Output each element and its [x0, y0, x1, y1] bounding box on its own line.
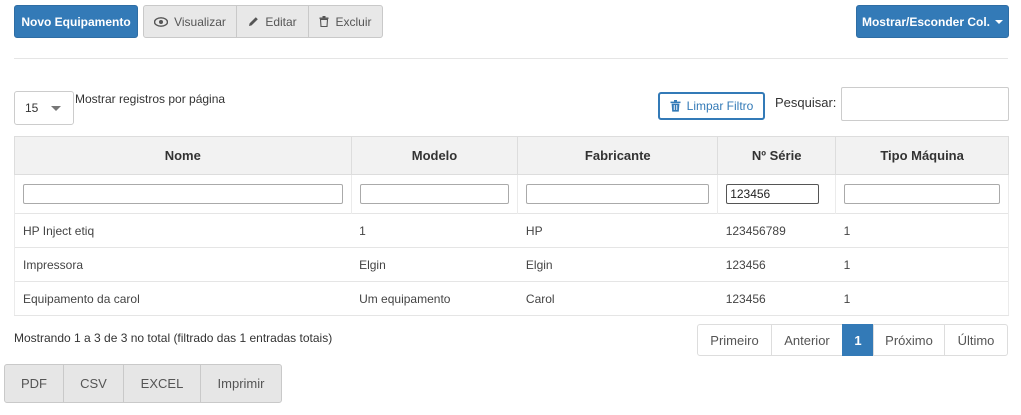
filter-cell [14, 174, 352, 214]
previous-page-label: Anterior [784, 332, 830, 348]
clear-filter-label: Limpar Filtro [686, 99, 754, 113]
equipment-table: Nome Modelo Fabricante Nº Série Tipo Máq… [14, 136, 1009, 316]
cell-modelo: Elgin [351, 247, 518, 282]
filter-nome-input[interactable] [23, 184, 343, 204]
caret-down-icon [51, 106, 61, 111]
page-length-value: 15 [25, 101, 39, 115]
cell-tipo-maquina: 1 [835, 247, 1009, 282]
page-length-select[interactable]: 15 [14, 91, 74, 125]
export-pdf-label: PDF [21, 376, 47, 391]
clear-filter-button[interactable]: Limpar Filtro [658, 92, 765, 120]
last-page-label: Último [957, 332, 995, 348]
new-equipment-label: Novo Equipamento [21, 14, 131, 29]
cell-nome: Impressora [14, 247, 352, 282]
export-csv-button[interactable]: CSV [63, 364, 124, 403]
cell-tipo-maquina: 1 [835, 281, 1009, 316]
trash-icon [319, 16, 329, 27]
cell-nome: HP Inject etiq [14, 213, 352, 248]
cell-fabricante: Carol [517, 281, 718, 316]
column-header-fabricante[interactable]: Fabricante [517, 136, 719, 175]
table-row[interactable]: Equipamento da carol Um equipamento Caro… [14, 281, 1009, 316]
first-page-button[interactable]: Primeiro [697, 324, 772, 356]
cell-fabricante: HP [517, 213, 718, 248]
filter-cell [835, 174, 1009, 214]
previous-page-button[interactable]: Anterior [771, 324, 843, 356]
cell-nome: Equipamento da carol [14, 281, 352, 316]
column-header-serie[interactable]: Nº Série [717, 136, 837, 175]
filter-cell [717, 174, 837, 214]
cell-serie: 123456 [717, 281, 836, 316]
export-excel-label: EXCEL [140, 376, 184, 391]
page-length-label: Mostrar registros por página [75, 92, 226, 106]
last-page-button[interactable]: Último [944, 324, 1008, 356]
page-number-button[interactable]: 1 [842, 324, 874, 356]
delete-button[interactable]: Excluir [308, 5, 383, 38]
filter-tipo-maquina-input[interactable] [844, 184, 1000, 204]
caret-down-icon [995, 19, 1004, 24]
table-info-text: Mostrando 1 a 3 de 3 no total (filtrado … [14, 331, 333, 345]
search-label: Pesquisar: [775, 95, 837, 110]
table-row[interactable]: Impressora Elgin Elgin 123456 1 [14, 247, 1009, 282]
export-buttons: PDF CSV EXCEL Imprimir [4, 364, 282, 403]
view-button[interactable]: Visualizar [143, 5, 237, 38]
cell-serie: 123456789 [717, 213, 836, 248]
column-header-modelo[interactable]: Modelo [350, 136, 519, 175]
cell-fabricante: Elgin [517, 247, 718, 282]
cell-tipo-maquina: 1 [835, 213, 1009, 248]
column-filter-row [14, 174, 1009, 214]
page-number-label: 1 [854, 332, 862, 348]
cell-serie: 123456 [717, 247, 836, 282]
toggle-columns-label: Mostrar/Esconder Col. [861, 14, 991, 29]
table-row[interactable]: HP Inject etiq 1 HP 123456789 1 [14, 213, 1009, 248]
search-input[interactable] [841, 87, 1009, 121]
print-button[interactable]: Imprimir [200, 364, 282, 403]
cell-modelo: 1 [351, 213, 518, 248]
delete-label: Excluir [335, 14, 372, 29]
cell-modelo: Um equipamento [351, 281, 518, 316]
export-excel-button[interactable]: EXCEL [123, 364, 201, 403]
filter-fabricante-input[interactable] [526, 184, 710, 204]
toggle-columns-button[interactable]: Mostrar/Esconder Col. [856, 5, 1009, 38]
first-page-label: Primeiro [710, 332, 759, 348]
divider [14, 58, 1008, 59]
export-pdf-button[interactable]: PDF [4, 364, 64, 403]
filter-cell [517, 174, 719, 214]
eye-icon [154, 16, 169, 27]
header-row: Nome Modelo Fabricante Nº Série Tipo Máq… [14, 136, 1009, 175]
next-page-label: Próximo [885, 332, 933, 348]
view-label: Visualizar [174, 14, 226, 29]
filter-serie-input[interactable] [726, 184, 820, 204]
print-label: Imprimir [217, 376, 265, 391]
filter-cell [350, 174, 519, 214]
next-page-button[interactable]: Próximo [873, 324, 945, 356]
edit-button[interactable]: Editar [236, 5, 309, 38]
pencil-icon [248, 16, 259, 27]
pagination: Primeiro Anterior 1 Próximo Último [697, 324, 1008, 356]
filter-modelo-input[interactable] [359, 184, 510, 204]
column-header-tipo-maquina[interactable]: Tipo Máquina [835, 136, 1009, 175]
new-equipment-button[interactable]: Novo Equipamento [14, 5, 138, 38]
trash-icon [670, 100, 681, 112]
export-csv-label: CSV [80, 376, 107, 391]
edit-label: Editar [265, 14, 297, 29]
column-header-nome[interactable]: Nome [14, 136, 352, 175]
